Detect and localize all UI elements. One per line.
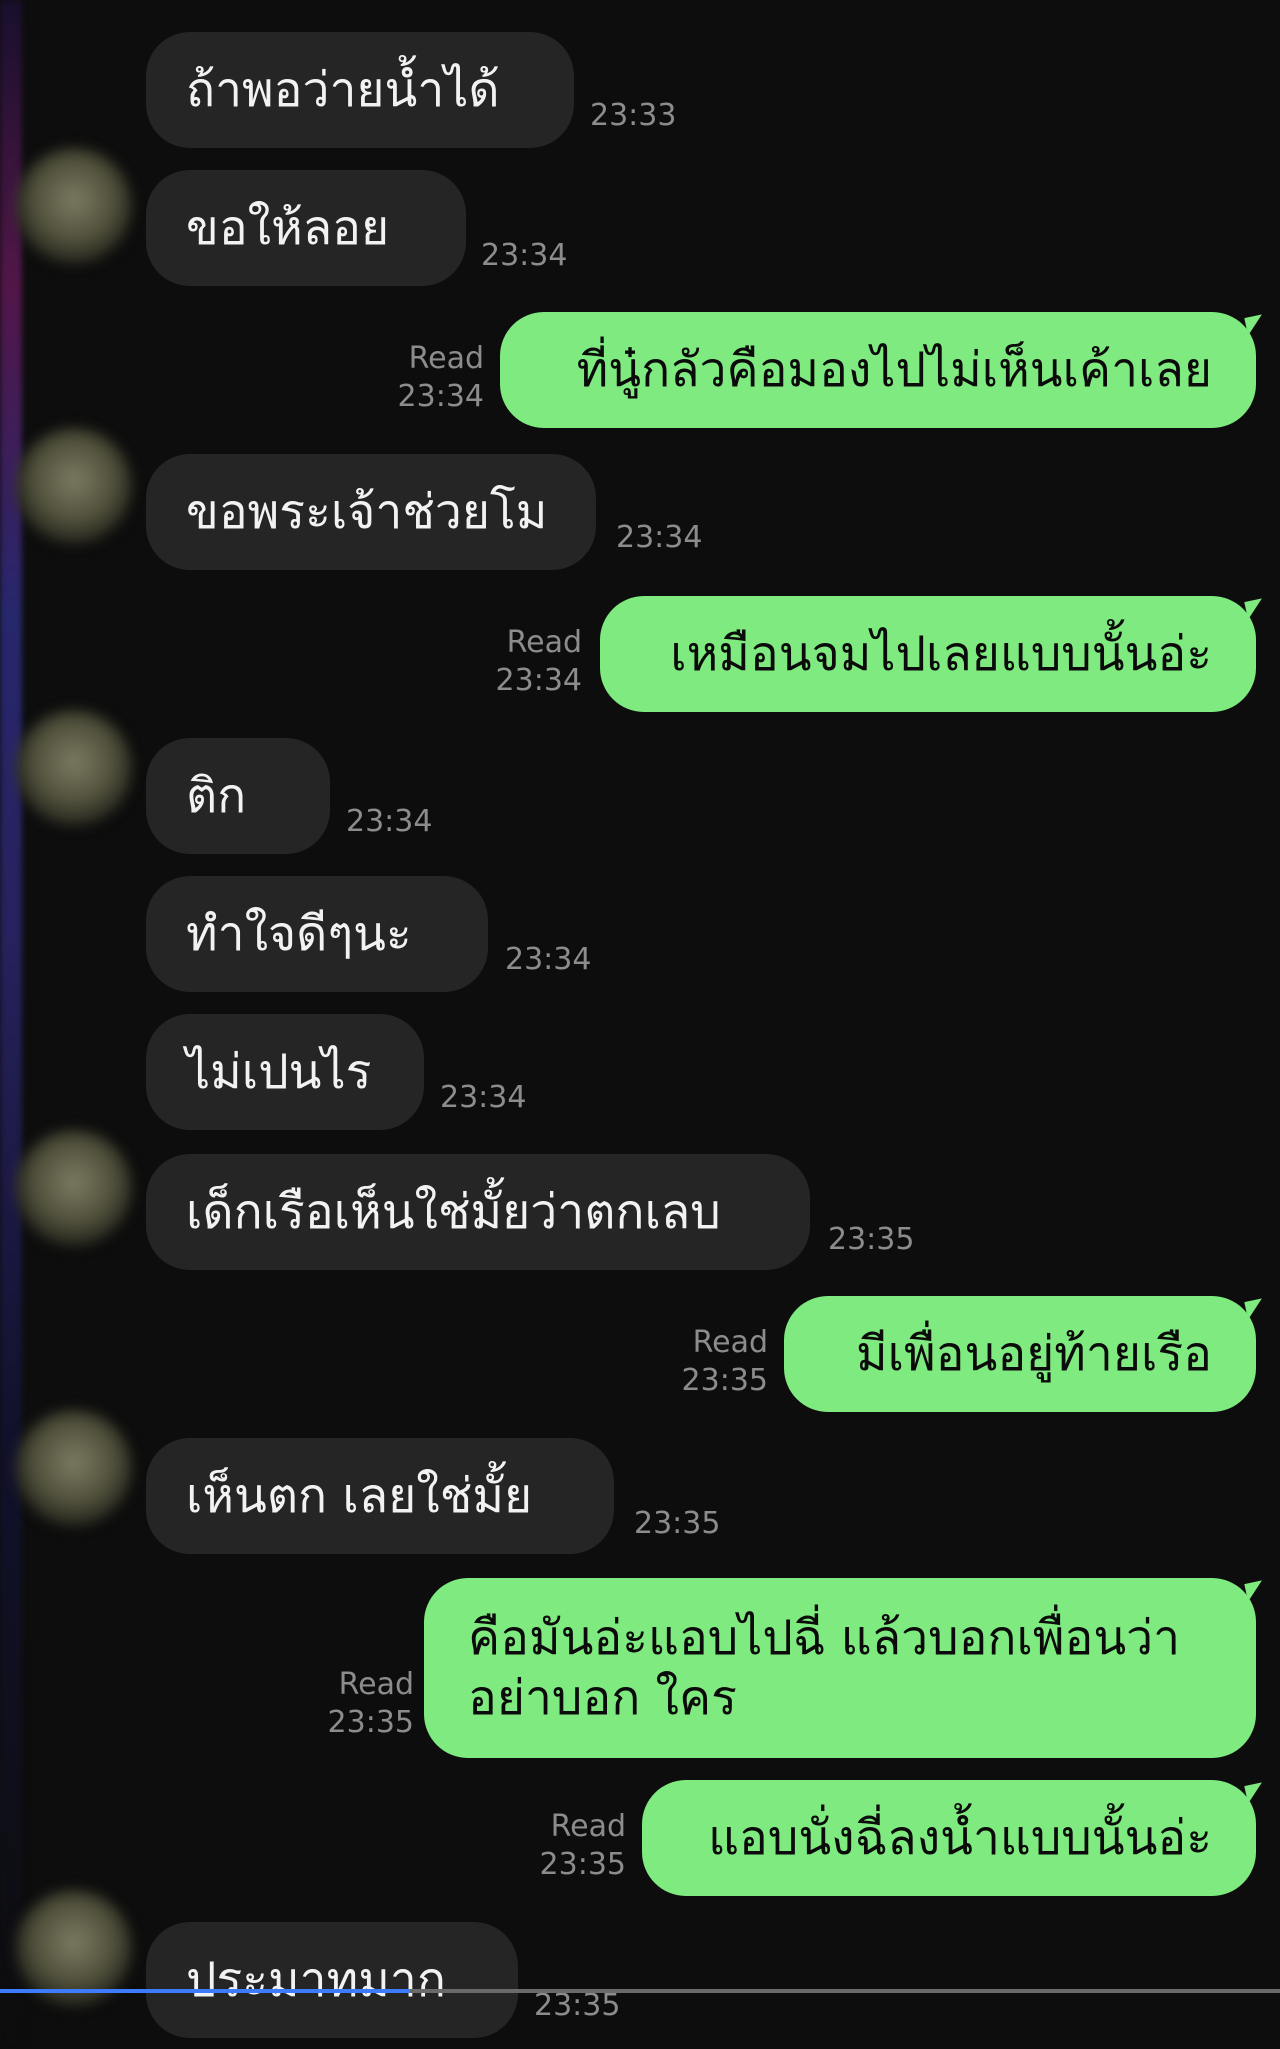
avatar-icon[interactable]	[16, 1410, 132, 1526]
incoming-message[interactable]: ขอพระเจ้าช่วยโม	[146, 454, 596, 570]
read-status: Read 23:35	[310, 1666, 414, 1742]
message-text-line: อย่าบอก ใคร	[468, 1670, 737, 1726]
read-status: Read 23:34	[380, 340, 484, 416]
avatar-icon[interactable]	[16, 1130, 132, 1246]
read-label: Read	[692, 1325, 768, 1360]
video-progress-fill	[0, 1989, 410, 1993]
message-time: 23:34	[397, 379, 484, 414]
read-label: Read	[408, 341, 484, 376]
outgoing-message[interactable]: มีเพื่อนอยู่ท้ายเรือ	[784, 1296, 1256, 1412]
message-time: 23:34	[495, 663, 582, 698]
message-text: เห็นตก เลยใช่มั้ย	[186, 1468, 533, 1524]
video-progress-bar[interactable]	[0, 1989, 1280, 1993]
message-text: ถ้าพอว่ายน้ำได้	[186, 62, 500, 118]
message-time: 23:34	[481, 238, 568, 273]
message-text: ประมาทมาก	[186, 1952, 446, 2008]
message-text: แอบนั่งฉี่ลงน้ำแบบนั้นอ่ะ	[708, 1810, 1212, 1866]
read-status: Read 23:35	[522, 1808, 626, 1884]
incoming-message[interactable]: ประมาทมาก	[146, 1922, 518, 2038]
message-time: 23:34	[505, 942, 592, 977]
message-time: 23:35	[327, 1705, 414, 1740]
incoming-message[interactable]: ทำใจดีๆนะ	[146, 876, 488, 992]
message-text: มีเพื่อนอยู่ท้ายเรือ	[855, 1326, 1212, 1382]
message-time: 23:35	[828, 1222, 915, 1257]
outgoing-message[interactable]: ที่นู๋กลัวคือมองไปไม่เห็นเค้าเลย	[500, 312, 1256, 428]
message-text: ทำใจดีๆนะ	[186, 906, 412, 962]
read-status: Read 23:35	[664, 1324, 768, 1400]
read-label: Read	[338, 1667, 414, 1702]
message-time: 23:35	[534, 1988, 621, 2023]
incoming-message[interactable]: เด็กเรือเห็นใช่มั้ยว่าตกเลบ	[146, 1154, 810, 1270]
incoming-message[interactable]: เห็นตก เลยใช่มั้ย	[146, 1438, 614, 1554]
incoming-message[interactable]: ขอให้ลอย	[146, 170, 466, 286]
outgoing-message[interactable]: เหมือนจมไปเลยแบบนั้นอ่ะ	[600, 596, 1256, 712]
message-text: เด็กเรือเห็นใช่มั้ยว่าตกเลบ	[186, 1184, 721, 1240]
avatar-icon[interactable]	[16, 428, 132, 544]
message-time: 23:33	[590, 98, 677, 133]
message-time: 23:34	[346, 804, 433, 839]
message-text: ขอให้ลอย	[186, 200, 390, 256]
message-text: เหมือนจมไปเลยแบบนั้นอ่ะ	[670, 626, 1212, 682]
read-label: Read	[506, 625, 582, 660]
incoming-message[interactable]: ติก	[146, 738, 330, 854]
outgoing-message[interactable]: แอบนั่งฉี่ลงน้ำแบบนั้นอ่ะ	[642, 1780, 1256, 1896]
incoming-message[interactable]: ไม่เปนไร	[146, 1014, 424, 1130]
chat-thread: ถ้าพอว่ายน้ำได้ 23:33 ขอให้ลอย 23:34 Rea…	[0, 0, 1280, 2049]
message-time: 23:35	[681, 1363, 768, 1398]
avatar-icon[interactable]	[16, 710, 132, 826]
incoming-message[interactable]: ถ้าพอว่ายน้ำได้	[146, 32, 574, 148]
message-time: 23:35	[539, 1847, 626, 1882]
message-time: 23:34	[440, 1080, 527, 1115]
message-text: ไม่เปนไร	[186, 1044, 372, 1100]
screen-edge-glow	[0, 0, 22, 2049]
avatar-icon[interactable]	[16, 148, 132, 264]
message-text: ขอพระเจ้าช่วยโม	[186, 484, 548, 540]
message-time: 23:35	[634, 1506, 721, 1541]
message-text: ติก	[186, 768, 247, 824]
outgoing-message[interactable]: คือมันอ่ะแอบไปฉี่ แล้วบอกเพื่อนว่า อย่าบ…	[424, 1578, 1256, 1758]
message-text: ที่นู๋กลัวคือมองไปไม่เห็นเค้าเลย	[576, 342, 1212, 398]
read-status: Read 23:34	[478, 624, 582, 700]
read-label: Read	[550, 1809, 626, 1844]
message-time: 23:34	[616, 520, 703, 555]
message-text-line: คือมันอ่ะแอบไปฉี่ แล้วบอกเพื่อนว่า	[468, 1610, 1181, 1666]
